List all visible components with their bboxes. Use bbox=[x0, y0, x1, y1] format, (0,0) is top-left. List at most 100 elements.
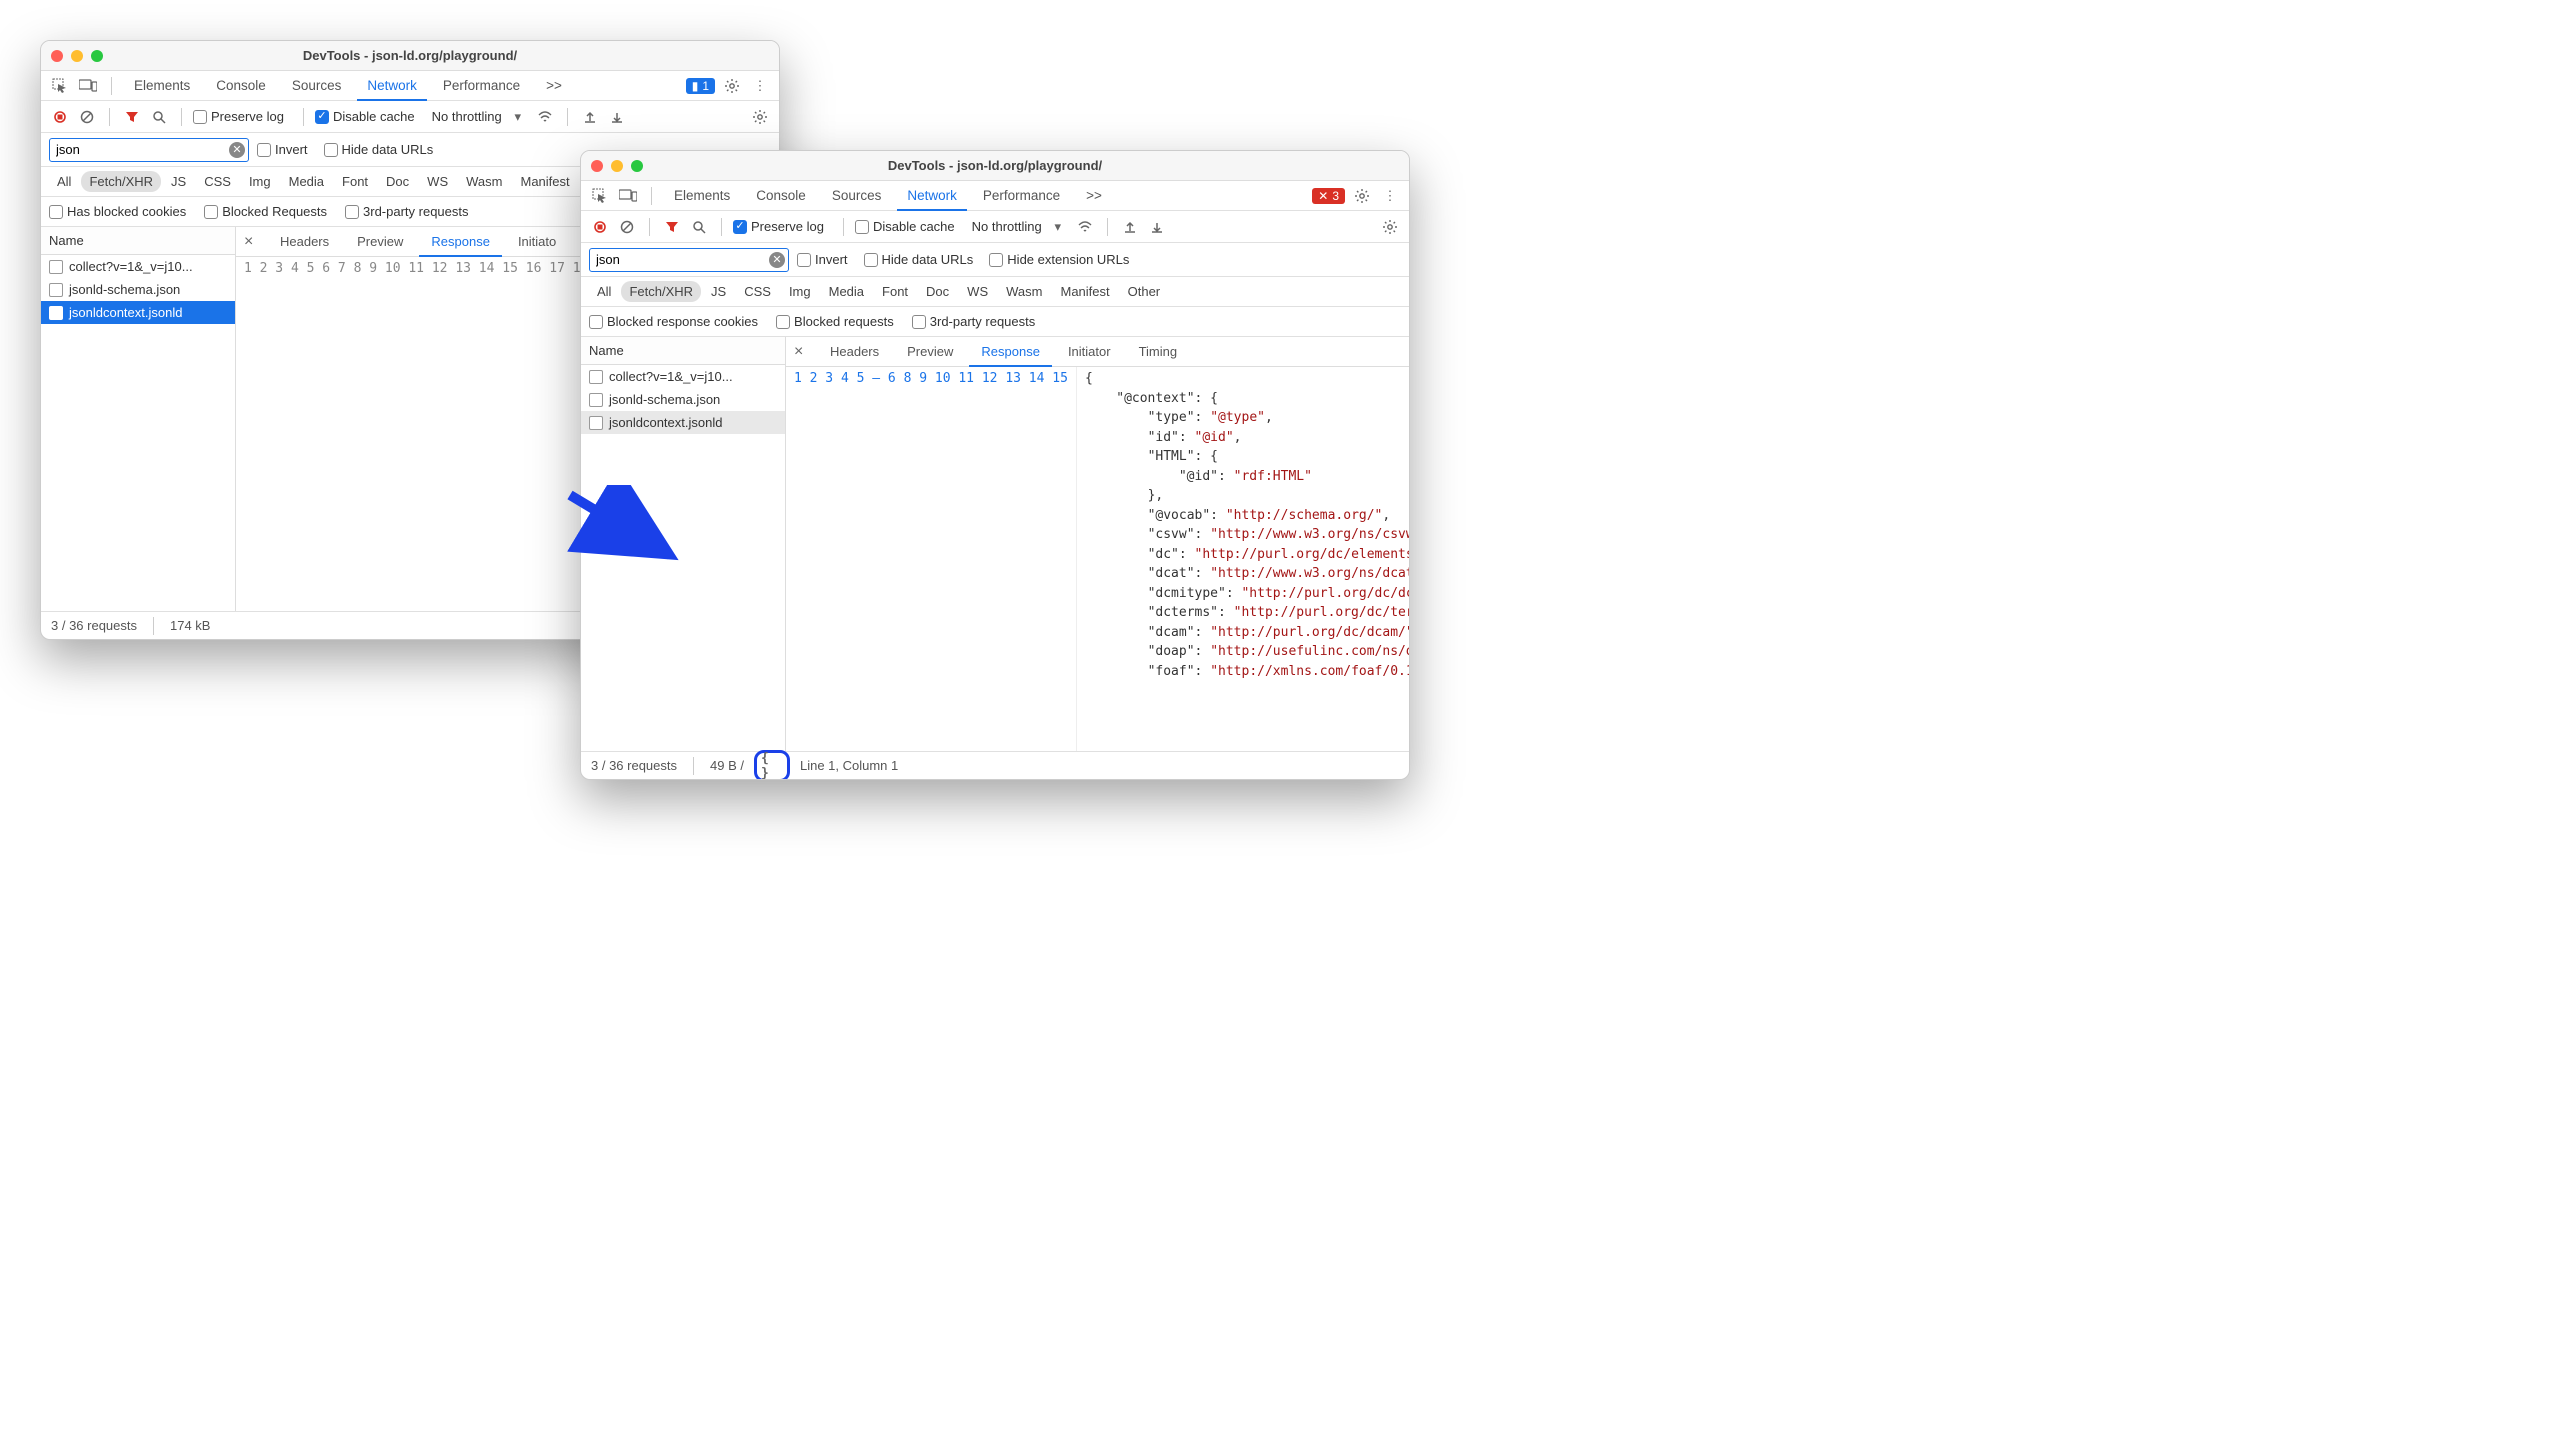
cat-js[interactable]: JS bbox=[703, 281, 734, 302]
cat-doc[interactable]: Doc bbox=[378, 171, 417, 192]
wifi-icon[interactable] bbox=[534, 106, 556, 128]
record-icon[interactable] bbox=[589, 216, 611, 238]
inspect-icon[interactable] bbox=[49, 75, 71, 97]
record-icon[interactable] bbox=[49, 106, 71, 128]
invert-checkbox[interactable]: Invert bbox=[797, 252, 848, 267]
preserve-log-checkbox[interactable]: Preserve log bbox=[733, 219, 824, 234]
kebab-icon[interactable]: ⋮ bbox=[749, 75, 771, 97]
clear-filter-icon[interactable]: ✕ bbox=[229, 142, 245, 158]
gear-icon[interactable] bbox=[721, 75, 743, 97]
chevron-down-icon[interactable]: ▾ bbox=[1047, 216, 1069, 238]
filter-input[interactable] bbox=[49, 138, 249, 162]
hide-data-urls-checkbox[interactable]: Hide data URLs bbox=[864, 252, 974, 267]
cat-ws[interactable]: WS bbox=[419, 171, 456, 192]
request-row[interactable]: collect?v=1&_v=j10... bbox=[41, 255, 235, 278]
tab-performance[interactable]: Performance bbox=[433, 71, 530, 101]
cat-font[interactable]: Font bbox=[334, 171, 376, 192]
tab-network[interactable]: Network bbox=[897, 181, 967, 211]
dtab-headers[interactable]: Headers bbox=[268, 227, 341, 257]
tab-sources[interactable]: Sources bbox=[822, 181, 892, 211]
clear-icon[interactable] bbox=[616, 216, 638, 238]
wifi-icon[interactable] bbox=[1074, 216, 1096, 238]
hide-ext-urls-checkbox[interactable]: Hide extension URLs bbox=[989, 252, 1129, 267]
clear-filter-icon[interactable]: ✕ bbox=[769, 252, 785, 268]
cat-font[interactable]: Font bbox=[874, 281, 916, 302]
tab-elements[interactable]: Elements bbox=[664, 181, 740, 211]
tab-sources[interactable]: Sources bbox=[282, 71, 352, 101]
gear-icon[interactable] bbox=[749, 106, 771, 128]
request-row-selected[interactable]: jsonldcontext.jsonld bbox=[581, 411, 785, 434]
cat-media[interactable]: Media bbox=[821, 281, 872, 302]
gear-icon[interactable] bbox=[1351, 185, 1373, 207]
cat-css[interactable]: CSS bbox=[736, 281, 779, 302]
chevron-down-icon[interactable]: ▾ bbox=[507, 106, 529, 128]
minimize-dot[interactable] bbox=[71, 50, 83, 62]
tab-console[interactable]: Console bbox=[206, 71, 276, 101]
close-icon[interactable]: × bbox=[794, 343, 814, 361]
dtab-response[interactable]: Response bbox=[419, 227, 502, 257]
tab-overflow[interactable]: >> bbox=[1076, 181, 1112, 211]
close-icon[interactable]: × bbox=[244, 233, 264, 251]
tab-performance[interactable]: Performance bbox=[973, 181, 1070, 211]
blocked-requests-checkbox[interactable]: Blocked Requests bbox=[204, 204, 327, 219]
tab-elements[interactable]: Elements bbox=[124, 71, 200, 101]
cat-img[interactable]: Img bbox=[781, 281, 819, 302]
dtab-initiator[interactable]: Initiato bbox=[506, 227, 568, 257]
dtab-preview[interactable]: Preview bbox=[895, 337, 965, 367]
cat-fetch-xhr[interactable]: Fetch/XHR bbox=[621, 281, 701, 302]
clear-icon[interactable] bbox=[76, 106, 98, 128]
cat-fetch-xhr[interactable]: Fetch/XHR bbox=[81, 171, 161, 192]
disable-cache-checkbox[interactable]: Disable cache bbox=[855, 219, 955, 234]
tab-overflow[interactable]: >> bbox=[536, 71, 572, 101]
filter-icon[interactable] bbox=[661, 216, 683, 238]
disable-cache-checkbox[interactable]: Disable cache bbox=[315, 109, 415, 124]
pretty-print-icon[interactable]: { } bbox=[761, 755, 783, 777]
throttling-select[interactable]: No throttling bbox=[432, 109, 502, 124]
upload-icon[interactable] bbox=[579, 106, 601, 128]
close-dot[interactable] bbox=[591, 160, 603, 172]
gear-icon[interactable] bbox=[1379, 216, 1401, 238]
preserve-log-checkbox[interactable]: Preserve log bbox=[193, 109, 284, 124]
blocked-cookies-checkbox[interactable]: Blocked response cookies bbox=[589, 314, 758, 329]
request-row[interactable]: jsonld-schema.json bbox=[41, 278, 235, 301]
request-row-selected[interactable]: jsonldcontext.jsonld bbox=[41, 301, 235, 324]
minimize-dot[interactable] bbox=[611, 160, 623, 172]
search-icon[interactable] bbox=[688, 216, 710, 238]
blocked-requests-checkbox[interactable]: Blocked requests bbox=[776, 314, 894, 329]
inspect-icon[interactable] bbox=[589, 185, 611, 207]
zoom-dot[interactable] bbox=[91, 50, 103, 62]
request-row[interactable]: collect?v=1&_v=j10... bbox=[581, 365, 785, 388]
filter-icon[interactable] bbox=[121, 106, 143, 128]
third-party-checkbox[interactable]: 3rd-party requests bbox=[912, 314, 1036, 329]
throttling-select[interactable]: No throttling bbox=[972, 219, 1042, 234]
cat-media[interactable]: Media bbox=[281, 171, 332, 192]
dtab-preview[interactable]: Preview bbox=[345, 227, 415, 257]
hide-data-urls-checkbox[interactable]: Hide data URLs bbox=[324, 142, 434, 157]
issues-badge[interactable]: ▮ 1 bbox=[686, 78, 715, 94]
cat-img[interactable]: Img bbox=[241, 171, 279, 192]
dtab-initiator[interactable]: Initiator bbox=[1056, 337, 1123, 367]
tab-console[interactable]: Console bbox=[746, 181, 816, 211]
kebab-icon[interactable]: ⋮ bbox=[1379, 185, 1401, 207]
dtab-response[interactable]: Response bbox=[969, 337, 1052, 367]
upload-icon[interactable] bbox=[1119, 216, 1141, 238]
cat-other[interactable]: Other bbox=[1120, 281, 1169, 302]
download-icon[interactable] bbox=[1146, 216, 1168, 238]
download-icon[interactable] bbox=[606, 106, 628, 128]
cat-wasm[interactable]: Wasm bbox=[998, 281, 1050, 302]
code-body[interactable]: { "@context": { "type": "@type", "id": "… bbox=[1077, 367, 1409, 751]
cat-all[interactable]: All bbox=[589, 281, 619, 302]
device-icon[interactable] bbox=[617, 185, 639, 207]
blocked-cookies-checkbox[interactable]: Has blocked cookies bbox=[49, 204, 186, 219]
request-row[interactable]: jsonld-schema.json bbox=[581, 388, 785, 411]
cat-manifest[interactable]: Manifest bbox=[1052, 281, 1117, 302]
cat-ws[interactable]: WS bbox=[959, 281, 996, 302]
tab-network[interactable]: Network bbox=[357, 71, 427, 101]
cat-js[interactable]: JS bbox=[163, 171, 194, 192]
cat-doc[interactable]: Doc bbox=[918, 281, 957, 302]
third-party-checkbox[interactable]: 3rd-party requests bbox=[345, 204, 469, 219]
search-icon[interactable] bbox=[148, 106, 170, 128]
cat-wasm[interactable]: Wasm bbox=[458, 171, 510, 192]
zoom-dot[interactable] bbox=[631, 160, 643, 172]
cat-manifest[interactable]: Manifest bbox=[512, 171, 577, 192]
